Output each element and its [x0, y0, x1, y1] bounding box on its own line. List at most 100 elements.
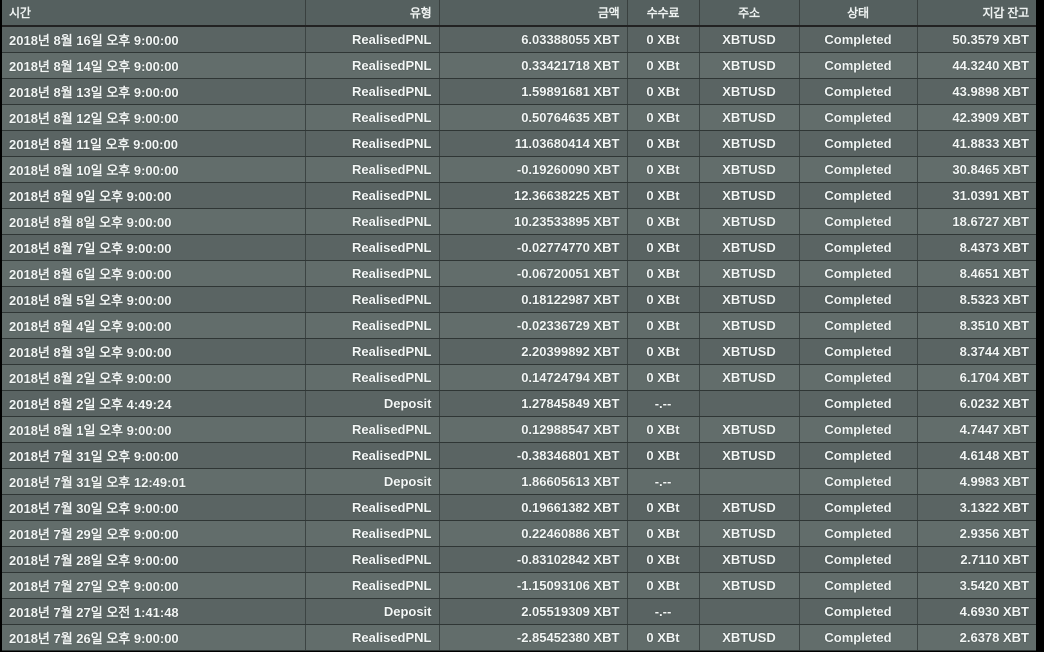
column-header-amount[interactable]: 금액: [439, 0, 628, 27]
cell-amount: -0.19260090 XBT: [439, 156, 628, 183]
table-header-row: 시간 유형 금액 수수료 주소 상태 지갑 잔고: [2, 0, 1036, 27]
table-row[interactable]: 2018년 8월 5일 오후 9:00:00 RealisedPNL 0.18122…: [2, 286, 1036, 313]
cell-time: 2018년 8월 10일 오후 9:00:00: [2, 156, 306, 183]
cell-address: XBTUSD: [699, 156, 800, 183]
cell-address: XBTUSD: [699, 26, 800, 53]
cell-status: Completed: [799, 260, 918, 287]
column-header-balance[interactable]: 지갑 잔고: [917, 0, 1036, 27]
cell-address: XBTUSD: [699, 182, 800, 209]
cell-time: 2018년 8월 2일 오후 9:00:00: [2, 364, 306, 391]
cell-amount: -1.15093106 XBT: [439, 572, 628, 599]
cell-amount: 11.03680414 XBT: [439, 130, 628, 157]
column-header-time[interactable]: 시간: [2, 0, 306, 27]
cell-type: RealisedPNL: [305, 338, 440, 365]
cell-time: 2018년 8월 4일 오후 9:00:00: [2, 312, 306, 339]
cell-balance: 6.1704 XBT: [917, 364, 1036, 391]
table-row[interactable]: 2018년 7월 26일 오후 9:00:00 RealisedPNL -2.854…: [2, 624, 1036, 651]
cell-amount: -0.38346801 XBT: [439, 442, 628, 469]
cell-amount: 1.27845849 XBT: [439, 390, 628, 417]
cell-time: 2018년 8월 14일 오후 9:00:00: [2, 52, 306, 79]
cell-fee: 0 XBt: [627, 260, 700, 287]
cell-balance: 50.3579 XBT: [917, 26, 1036, 53]
cell-time: 2018년 8월 12일 오후 9:00:00: [2, 104, 306, 131]
cell-balance: 3.1322 XBT: [917, 494, 1036, 521]
table-row[interactable]: 2018년 7월 27일 오전 1:41:48 Deposit 2.05519309…: [2, 598, 1036, 625]
table-row[interactable]: 2018년 7월 30일 오후 9:00:00 RealisedPNL 0.1966…: [2, 494, 1036, 521]
cell-time: 2018년 7월 27일 오전 1:41:48: [2, 598, 306, 625]
cell-fee: 0 XBt: [627, 494, 700, 521]
table-row[interactable]: 2018년 8월 11일 오후 9:00:00 RealisedPNL 11.036…: [2, 130, 1036, 157]
cell-address: XBTUSD: [699, 52, 800, 79]
cell-fee: 0 XBt: [627, 546, 700, 573]
table-row[interactable]: 2018년 8월 13일 오후 9:00:00 RealisedPNL 1.5989…: [2, 78, 1036, 105]
cell-type: RealisedPNL: [305, 416, 440, 443]
table-row[interactable]: 2018년 8월 7일 오후 9:00:00 RealisedPNL -0.0277…: [2, 234, 1036, 261]
cell-balance: 2.7110 XBT: [917, 546, 1036, 573]
cell-balance: 8.4373 XBT: [917, 234, 1036, 261]
cell-type: RealisedPNL: [305, 182, 440, 209]
table-row[interactable]: 2018년 8월 3일 오후 9:00:00 RealisedPNL 2.20399…: [2, 338, 1036, 365]
cell-time: 2018년 8월 2일 오후 4:49:24: [2, 390, 306, 417]
cell-status: Completed: [799, 104, 918, 131]
cell-address: XBTUSD: [699, 338, 800, 365]
cell-fee: 0 XBt: [627, 520, 700, 547]
table-row[interactable]: 2018년 8월 9일 오후 9:00:00 RealisedPNL 12.3663…: [2, 182, 1036, 209]
cell-fee: 0 XBt: [627, 104, 700, 131]
cell-fee: 0 XBt: [627, 208, 700, 235]
cell-type: RealisedPNL: [305, 286, 440, 313]
cell-fee: 0 XBt: [627, 234, 700, 261]
cell-fee: -.--: [627, 390, 700, 417]
cell-address: XBTUSD: [699, 572, 800, 599]
column-header-status[interactable]: 상태: [799, 0, 918, 27]
cell-type: Deposit: [305, 598, 440, 625]
cell-type: RealisedPNL: [305, 130, 440, 157]
cell-address: [699, 468, 800, 495]
table-row[interactable]: 2018년 7월 31일 오후 12:49:01 Deposit 1.8660561…: [2, 468, 1036, 495]
cell-address: XBTUSD: [699, 494, 800, 521]
column-header-type[interactable]: 유형: [305, 0, 440, 27]
cell-status: Completed: [799, 78, 918, 105]
transaction-history-table: 시간 유형 금액 수수료 주소 상태 지갑 잔고 2018년 8월 16일 오후…: [2, 0, 1036, 651]
table-row[interactable]: 2018년 7월 31일 오후 9:00:00 RealisedPNL -0.383…: [2, 442, 1036, 469]
cell-amount: -0.83102842 XBT: [439, 546, 628, 573]
cell-type: RealisedPNL: [305, 156, 440, 183]
cell-time: 2018년 8월 16일 오후 9:00:00: [2, 26, 306, 53]
table-row[interactable]: 2018년 8월 6일 오후 9:00:00 RealisedPNL -0.0672…: [2, 260, 1036, 287]
table-row[interactable]: 2018년 8월 12일 오후 9:00:00 RealisedPNL 0.5076…: [2, 104, 1036, 131]
cell-type: RealisedPNL: [305, 520, 440, 547]
table-row[interactable]: 2018년 8월 14일 오후 9:00:00 RealisedPNL 0.3342…: [2, 52, 1036, 79]
table-row[interactable]: 2018년 8월 8일 오후 9:00:00 RealisedPNL 10.2353…: [2, 208, 1036, 235]
table-row[interactable]: 2018년 8월 2일 오후 4:49:24 Deposit 1.27845849 …: [2, 390, 1036, 417]
cell-amount: -0.02774770 XBT: [439, 234, 628, 261]
cell-amount: 2.05519309 XBT: [439, 598, 628, 625]
cell-fee: 0 XBt: [627, 182, 700, 209]
cell-time: 2018년 8월 9일 오후 9:00:00: [2, 182, 306, 209]
cell-amount: 0.50764635 XBT: [439, 104, 628, 131]
cell-status: Completed: [799, 156, 918, 183]
cell-balance: 2.9356 XBT: [917, 520, 1036, 547]
table-row[interactable]: 2018년 8월 4일 오후 9:00:00 RealisedPNL -0.0233…: [2, 312, 1036, 339]
cell-balance: 4.9983 XBT: [917, 468, 1036, 495]
cell-status: Completed: [799, 494, 918, 521]
cell-balance: 30.8465 XBT: [917, 156, 1036, 183]
cell-type: RealisedPNL: [305, 546, 440, 573]
cell-fee: 0 XBt: [627, 442, 700, 469]
cell-status: Completed: [799, 364, 918, 391]
cell-time: 2018년 7월 31일 오후 9:00:00: [2, 442, 306, 469]
table-row[interactable]: 2018년 7월 27일 오후 9:00:00 RealisedPNL -1.150…: [2, 572, 1036, 599]
table-row[interactable]: 2018년 8월 2일 오후 9:00:00 RealisedPNL 0.14724…: [2, 364, 1036, 391]
table-row[interactable]: 2018년 8월 1일 오후 9:00:00 RealisedPNL 0.12988…: [2, 416, 1036, 443]
cell-balance: 43.9898 XBT: [917, 78, 1036, 105]
table-row[interactable]: 2018년 8월 10일 오후 9:00:00 RealisedPNL -0.192…: [2, 156, 1036, 183]
cell-amount: 0.22460886 XBT: [439, 520, 628, 547]
table-row[interactable]: 2018년 7월 29일 오후 9:00:00 RealisedPNL 0.2246…: [2, 520, 1036, 547]
cell-address: XBTUSD: [699, 208, 800, 235]
cell-type: RealisedPNL: [305, 52, 440, 79]
cell-type: RealisedPNL: [305, 104, 440, 131]
cell-balance: 42.3909 XBT: [917, 104, 1036, 131]
column-header-address[interactable]: 주소: [699, 0, 800, 27]
table-row[interactable]: 2018년 7월 28일 오후 9:00:00 RealisedPNL -0.831…: [2, 546, 1036, 573]
cell-type: RealisedPNL: [305, 312, 440, 339]
column-header-fee[interactable]: 수수료: [627, 0, 700, 27]
table-row[interactable]: 2018년 8월 16일 오후 9:00:00 RealisedPNL 6.0338…: [2, 26, 1036, 53]
